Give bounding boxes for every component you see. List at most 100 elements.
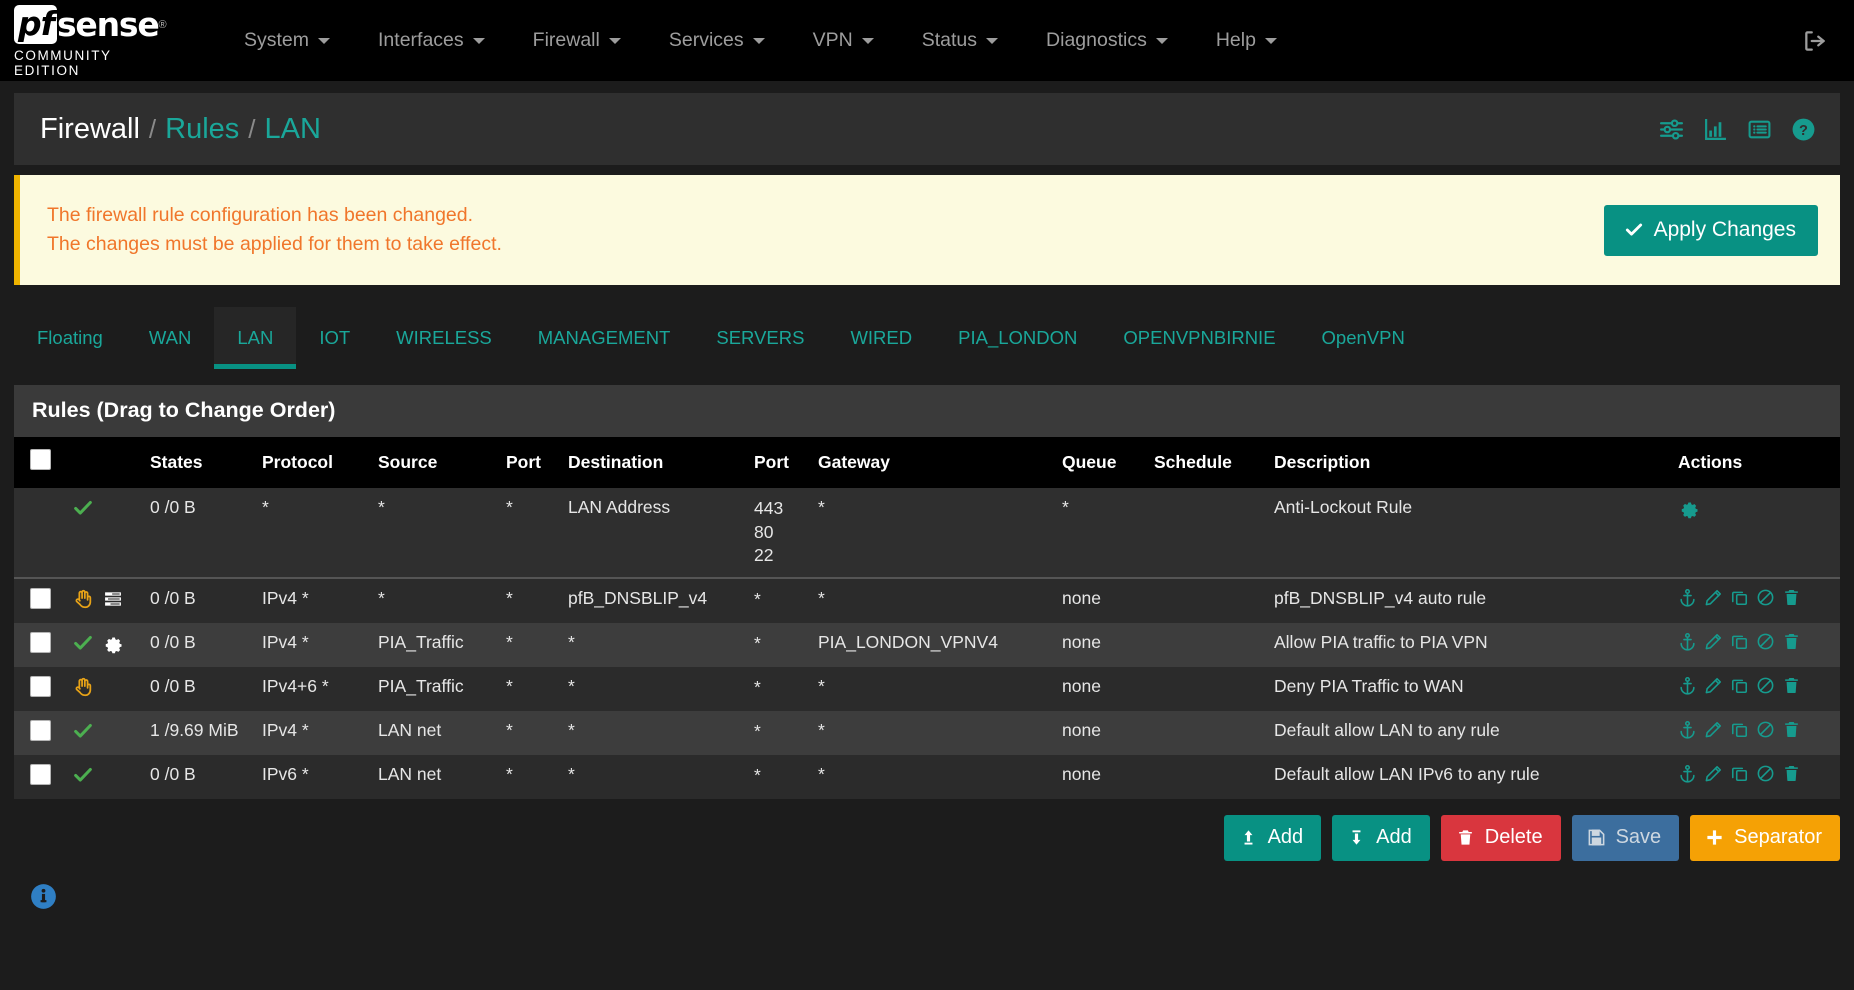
copy-icon[interactable]: [1730, 676, 1749, 695]
help-circle-icon[interactable]: ?: [1791, 117, 1816, 142]
info-circle-icon[interactable]: [30, 883, 1854, 910]
nav-item-status[interactable]: Status: [898, 0, 1022, 81]
copy-icon[interactable]: [1730, 764, 1749, 783]
row-protocol: IPv4 *: [262, 587, 309, 608]
brand-logo[interactable]: pf sense ® COMMUNITY EDITION: [0, 4, 182, 78]
col-actions: Actions: [1672, 437, 1840, 488]
table-row[interactable]: 0 /0 B IPv6 * LAN net * * * * none Default allow…: [14, 754, 1840, 799]
disable-icon[interactable]: [1756, 764, 1775, 783]
edit-pencil-icon[interactable]: [1704, 676, 1723, 695]
table-row[interactable]: 1 /9.69 MiB IPv4 * LAN net * * * * none Default …: [14, 710, 1840, 755]
tab-floating[interactable]: Floating: [14, 307, 126, 369]
row-states[interactable]: 0 /0 B: [144, 578, 256, 623]
disable-icon[interactable]: [1756, 632, 1775, 651]
delete-trash-icon[interactable]: [1782, 632, 1801, 651]
save-button[interactable]: Save: [1571, 814, 1680, 861]
tab-lan[interactable]: LAN: [214, 307, 297, 369]
anchor-icon[interactable]: [1678, 632, 1697, 651]
copy-icon[interactable]: [1730, 588, 1749, 607]
log-icon[interactable]: [102, 589, 124, 609]
pass-check-icon[interactable]: [72, 720, 94, 742]
row-select-checkbox[interactable]: [30, 675, 51, 697]
disable-icon[interactable]: [1756, 720, 1775, 739]
list-table-icon[interactable]: [1747, 117, 1772, 142]
bar-chart-icon[interactable]: [1703, 117, 1728, 142]
row-source-port: *: [506, 587, 513, 608]
row-destination[interactable]: pfB_DNSBLIP_v4: [562, 578, 748, 623]
tab-wireless[interactable]: WIRELESS: [373, 307, 515, 369]
add-rule-top-button[interactable]: Add: [1223, 814, 1322, 861]
sign-out-icon[interactable]: [1802, 28, 1828, 54]
row-select-checkbox[interactable]: [30, 631, 51, 653]
delete-trash-icon[interactable]: [1782, 764, 1801, 783]
copy-icon[interactable]: [1730, 632, 1749, 651]
copy-icon[interactable]: [1730, 720, 1749, 739]
nav-item-diagnostics[interactable]: Diagnostics: [1022, 0, 1192, 81]
row-states[interactable]: 1 /9.69 MiB: [144, 711, 256, 755]
row-source[interactable]: PIA_Traffic: [372, 623, 500, 667]
nav-item-system-label: System: [244, 29, 310, 51]
tab-wan[interactable]: WAN: [126, 307, 214, 369]
row-states[interactable]: 0 /0 B: [144, 488, 256, 578]
anchor-icon[interactable]: [1678, 720, 1697, 739]
row-destination: *: [568, 631, 575, 652]
table-row[interactable]: 0 /0 B IPv4 * PIA_Traffic * * * PIA_LONDON_VPN…: [14, 622, 1840, 667]
anchor-icon[interactable]: [1678, 676, 1697, 695]
tab-openvpnbirnie[interactable]: OPENVPNBIRNIE: [1100, 307, 1298, 369]
nav-item-services[interactable]: Services: [645, 0, 789, 81]
table-row[interactable]: 0 /0 B IPv4 * * * pfB_DNSBLIP_v4 * * none pfB_DN…: [14, 577, 1840, 623]
block-hand-icon[interactable]: [72, 588, 94, 610]
table-row[interactable]: 0 /0 B IPv4+6 * PIA_Traffic * * * * none Deny PI…: [14, 666, 1840, 711]
delete-trash-icon[interactable]: [1782, 720, 1801, 739]
tab-management[interactable]: MANAGEMENT: [515, 307, 694, 369]
apply-changes-button[interactable]: Apply Changes: [1603, 204, 1818, 256]
col-source: Source: [372, 437, 500, 488]
nav-item-firewall[interactable]: Firewall: [509, 0, 645, 81]
breadcrumb-rules-link[interactable]: Rules: [165, 113, 239, 146]
disable-icon[interactable]: [1756, 676, 1775, 695]
nav-item-help[interactable]: Help: [1192, 0, 1301, 81]
pass-check-icon[interactable]: [72, 497, 94, 519]
tab-pia-london[interactable]: PIA_LONDON: [935, 307, 1100, 369]
tab-iot[interactable]: IOT: [296, 307, 373, 369]
rule-settings-gear-icon[interactable]: [1678, 497, 1700, 519]
add-rule-bottom-button[interactable]: Add: [1332, 814, 1430, 861]
edit-pencil-icon[interactable]: [1704, 764, 1723, 783]
block-hand-icon[interactable]: [72, 676, 94, 698]
table-row[interactable]: 0 /0 B * * * LAN Address 443 80 22 * * Anti-Lockou…: [14, 488, 1840, 578]
row-schedule: [1148, 623, 1268, 667]
row-source: *: [378, 587, 385, 608]
row-source[interactable]: PIA_Traffic: [372, 667, 500, 711]
tab-iot-label: IOT: [319, 327, 351, 348]
disable-icon[interactable]: [1756, 588, 1775, 607]
gear-icon[interactable]: [102, 632, 124, 654]
edit-pencil-icon[interactable]: [1704, 632, 1723, 651]
delete-rules-button[interactable]: Delete: [1440, 814, 1561, 861]
row-states[interactable]: 0 /0 B: [144, 667, 256, 711]
add-separator-button[interactable]: Separator: [1690, 814, 1840, 861]
nav-item-system[interactable]: System: [220, 0, 354, 81]
row-select-checkbox[interactable]: [30, 587, 51, 609]
chevron-down-icon: [1155, 37, 1168, 44]
edit-pencil-icon[interactable]: [1704, 588, 1723, 607]
tab-openvpn[interactable]: OpenVPN: [1299, 307, 1428, 369]
tab-wired[interactable]: WIRED: [827, 307, 935, 369]
select-all-checkbox[interactable]: [30, 449, 51, 470]
anchor-icon[interactable]: [1678, 764, 1697, 783]
tab-servers[interactable]: SERVERS: [693, 307, 827, 369]
row-select-cell: [14, 578, 66, 623]
delete-trash-icon[interactable]: [1782, 676, 1801, 695]
nav-item-vpn[interactable]: VPN: [789, 0, 898, 81]
breadcrumb-current-lan[interactable]: LAN: [265, 113, 321, 146]
row-states[interactable]: 0 /0 B: [144, 755, 256, 799]
row-states[interactable]: 0 /0 B: [144, 623, 256, 667]
delete-trash-icon[interactable]: [1782, 588, 1801, 607]
edit-pencil-icon[interactable]: [1704, 720, 1723, 739]
pass-check-icon[interactable]: [72, 764, 94, 786]
row-select-checkbox[interactable]: [30, 763, 51, 785]
pass-check-icon[interactable]: [72, 632, 94, 654]
anchor-icon[interactable]: [1678, 588, 1697, 607]
sliders-icon[interactable]: [1659, 117, 1684, 142]
row-select-checkbox[interactable]: [30, 719, 51, 741]
nav-item-interfaces[interactable]: Interfaces: [354, 0, 509, 81]
